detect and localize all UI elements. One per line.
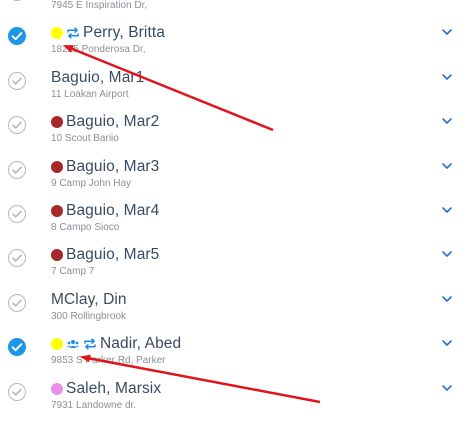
title-line: MClay, Din <box>51 289 127 311</box>
list-item[interactable]: Baguio, Mar5 7 Camp 7 <box>0 236 467 280</box>
complete-checkbox[interactable] <box>8 249 26 268</box>
chevron-down-icon[interactable] <box>440 25 454 39</box>
title-line: Baguio, Mar3 <box>51 156 159 178</box>
chevron-down-icon[interactable] <box>440 292 454 306</box>
status-dot <box>51 382 63 395</box>
list-item[interactable]: Baguio, Mar4 8 Campo Sioco <box>0 192 467 236</box>
contact-name: Baguio, Mar2 <box>66 113 160 131</box>
title-line: Nadir, Abed <box>51 333 181 355</box>
contact-name: Baguio, Mar1 <box>51 68 145 86</box>
complete-checkbox[interactable] <box>8 71 26 90</box>
chevron-down-icon[interactable] <box>440 159 454 173</box>
address-text: 9 Camp John Hay <box>51 177 132 189</box>
status-dot <box>51 116 63 129</box>
complete-checkbox[interactable] <box>8 382 26 401</box>
status-dot <box>51 204 63 217</box>
group-icon <box>66 337 80 351</box>
complete-checkbox[interactable] <box>8 293 26 312</box>
list-item[interactable]: MClay, Din 300 Rollingbrook <box>0 281 467 325</box>
repeat-icon <box>83 337 97 351</box>
repeat-icon <box>66 26 80 40</box>
title-line: Baguio, Mar4 <box>51 200 159 222</box>
address-text: 18225 Ponderosa Dr, <box>51 44 146 56</box>
list-item[interactable]: Baguio, Mar2 10 Scout Bariio <box>0 103 467 147</box>
chevron-down-icon[interactable] <box>440 114 454 128</box>
address-text: 7945 E Inspiration Dr, <box>51 0 148 11</box>
list-item[interactable]: Perry, Britta 18225 Ponderosa Dr, <box>0 14 467 58</box>
stop-list: 7945 E Inspiration Dr, Perry, Britta 182… <box>0 0 467 414</box>
contact-name: MClay, Din <box>51 290 127 308</box>
chevron-down-icon[interactable] <box>440 70 454 84</box>
address-text: 10 Scout Bariio <box>51 133 119 145</box>
complete-checkbox[interactable] <box>8 160 26 179</box>
title-line: Baguio, Mar5 <box>51 244 159 266</box>
status-dot <box>51 160 63 173</box>
status-dot <box>51 249 63 262</box>
chevron-down-icon[interactable] <box>440 203 454 217</box>
complete-checkbox[interactable] <box>8 204 26 223</box>
status-dot <box>51 338 63 351</box>
list-item[interactable]: Baguio, Mar3 9 Camp John Hay <box>0 148 467 192</box>
complete-checkbox[interactable] <box>8 338 26 357</box>
list-item[interactable]: 7945 E Inspiration Dr, <box>0 0 467 14</box>
title-line: Perry, Britta <box>51 22 165 44</box>
contact-name: Baguio, Mar4 <box>66 201 160 219</box>
contact-name: Baguio, Mar3 <box>66 157 160 175</box>
title-line: Saleh, Marsix <box>51 378 161 400</box>
complete-checkbox[interactable] <box>8 0 26 1</box>
address-text: 7931 Landowne dr. <box>51 399 137 411</box>
contact-name: Saleh, Marsix <box>66 379 162 397</box>
complete-checkbox[interactable] <box>8 116 26 135</box>
status-dot <box>51 27 63 40</box>
chevron-down-icon[interactable] <box>440 336 454 350</box>
address-text: 7 Camp 7 <box>51 266 95 278</box>
address-text: 8 Campo Sioco <box>51 221 120 233</box>
address-text: 11 Loakan Airport <box>51 88 129 100</box>
contact-name: Perry, Britta <box>83 24 165 42</box>
complete-checkbox[interactable] <box>8 27 26 46</box>
list-item[interactable]: Baguio, Mar1 11 Loakan Airport <box>0 59 467 103</box>
list-item[interactable]: Saleh, Marsix 7931 Landowne dr. <box>0 370 467 414</box>
contact-name: Nadir, Abed <box>100 335 182 353</box>
address-text: 300 Rollingbrook <box>51 310 127 322</box>
title-line: Baguio, Mar1 <box>51 67 144 89</box>
contact-name: Baguio, Mar5 <box>66 246 160 264</box>
address-text: 9853 S Parker Rd, Parker <box>51 355 166 367</box>
chevron-down-icon[interactable] <box>440 381 454 395</box>
chevron-down-icon[interactable] <box>440 247 454 261</box>
list-item[interactable]: Nadir, Abed 9853 S Parker Rd, Parker <box>0 325 467 369</box>
title-line: Baguio, Mar2 <box>51 111 159 133</box>
